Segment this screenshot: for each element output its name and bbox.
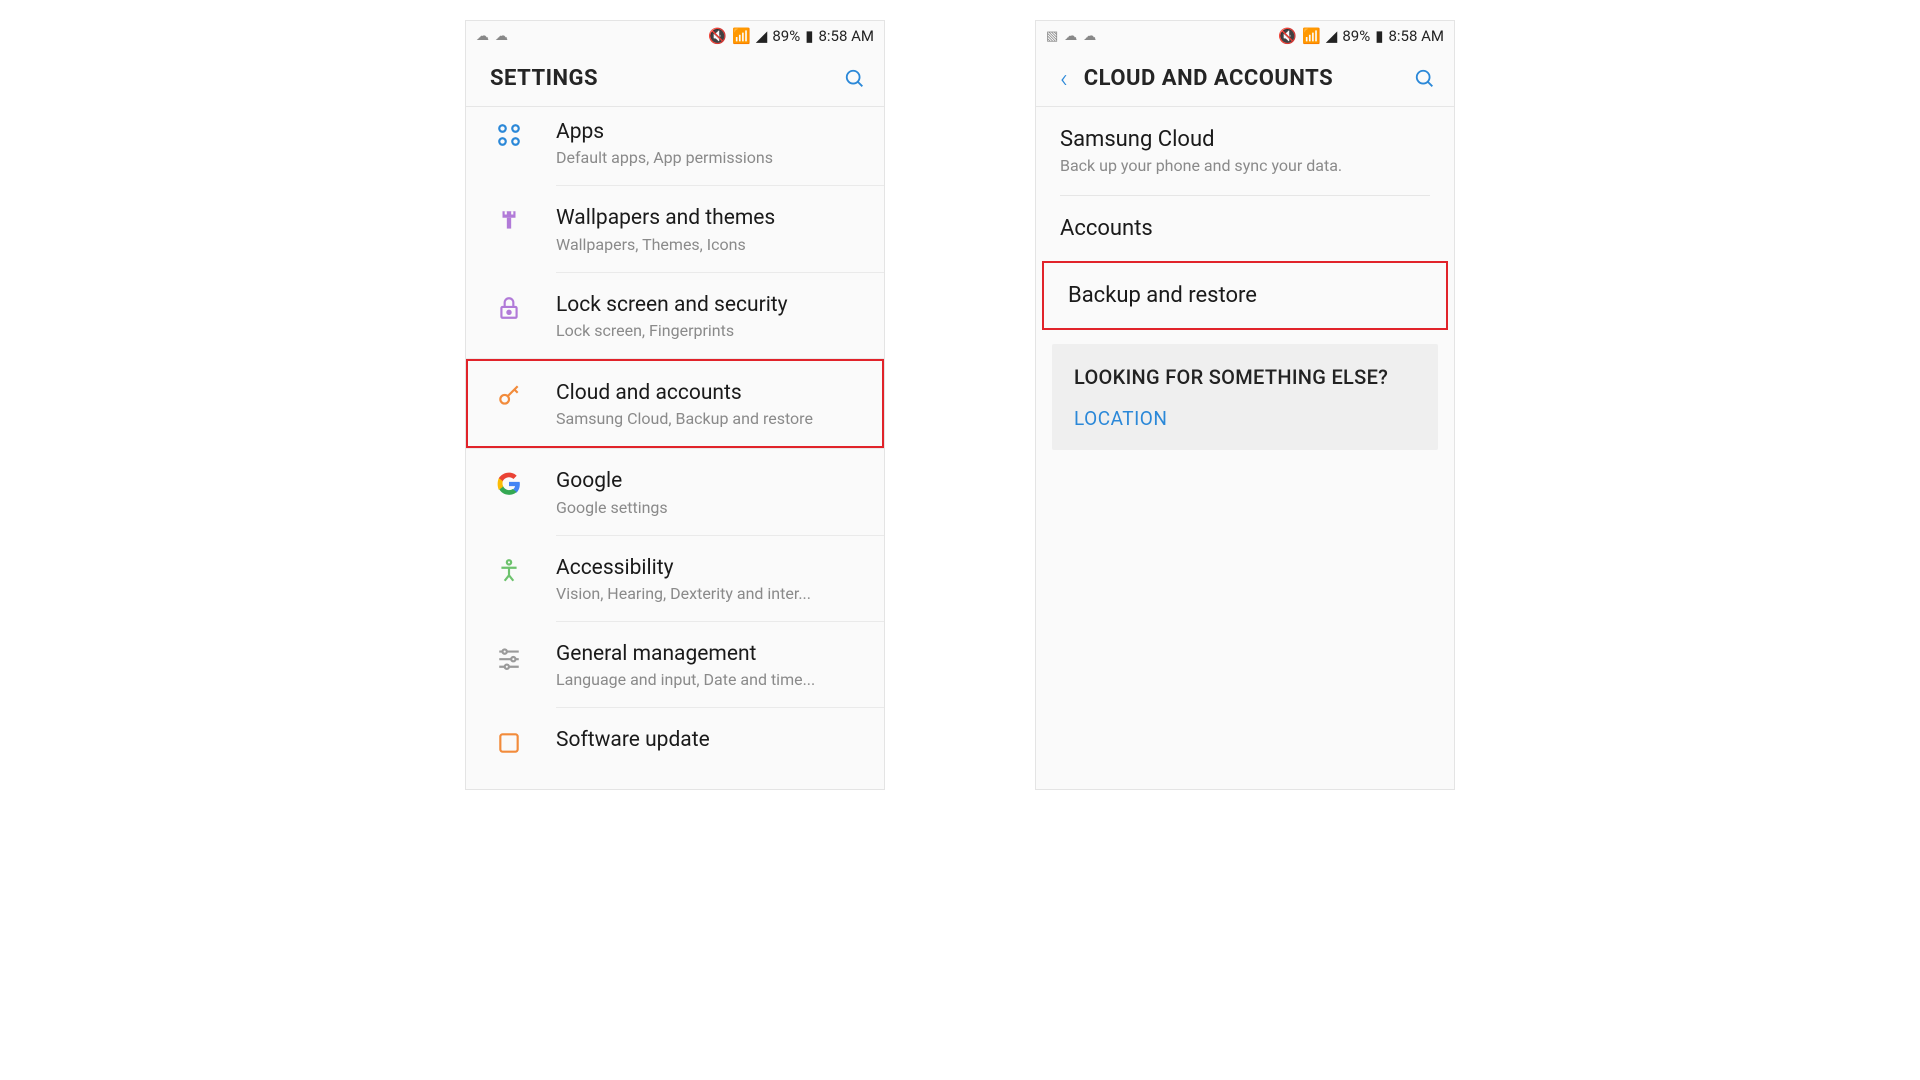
item-title: Apps [556,118,864,146]
sliders-icon [488,640,556,670]
item-sub: Google settings [556,498,864,517]
battery-icon: ▮ [1375,27,1383,45]
cloud-accounts-list: Samsung Cloud Back up your phone and syn… [1036,107,1454,464]
status-left: ▧ ☁ ☁ [1046,29,1096,44]
search-icon[interactable] [1414,68,1436,90]
update-icon [488,726,556,756]
battery-icon: ▮ [805,27,813,45]
item-sub: Wallpapers, Themes, Icons [556,235,864,254]
item-title: Cloud and accounts [556,379,862,407]
search-icon[interactable] [844,68,866,90]
status-right: 🔇 📶 ◢ 89% ▮ 8:58 AM [708,27,874,45]
item-accessibility[interactable]: Accessibility Vision, Hearing, Dexterity… [466,536,884,621]
status-right: 🔇 📶 ◢ 89% ▮ 8:58 AM [1278,27,1444,45]
item-title: Accessibility [556,554,864,582]
phone-screen-settings: ☁ ☁ 🔇 📶 ◢ 89% ▮ 8:58 AM SETTINGS [465,20,885,790]
cloud-sync-icon: ☁ [495,29,508,44]
lock-icon [488,291,556,321]
item-sub: Samsung Cloud, Backup and restore [556,409,862,428]
mute-icon: 🔇 [708,27,727,45]
item-sub: Vision, Hearing, Dexterity and inter... [556,584,864,603]
item-lock-security[interactable]: Lock screen and security Lock screen, Fi… [466,273,884,358]
item-software-update[interactable]: Software update [466,708,884,756]
item-accounts[interactable]: Accounts [1036,196,1454,261]
item-sub: Language and input, Date and time... [556,670,864,689]
footer-heading: LOOKING FOR SOMETHING ELSE? [1074,364,1416,391]
status-time: 8:58 AM [1388,27,1444,45]
item-general-management[interactable]: General management Language and input, D… [466,622,884,707]
battery-pct: 89% [1342,27,1370,45]
wifi-icon: 📶 [1302,27,1321,45]
key-icon [488,379,556,409]
item-title: Wallpapers and themes [556,204,864,232]
footer-card: LOOKING FOR SOMETHING ELSE? LOCATION [1052,344,1438,450]
cloud-sync-icon: ☁ [1064,29,1077,44]
header: SETTINGS [466,51,884,107]
battery-pct: 89% [772,27,800,45]
item-title: General management [556,640,864,668]
item-google[interactable]: Google Google settings [466,449,884,534]
status-time: 8:58 AM [818,27,874,45]
wifi-icon: 📶 [732,27,751,45]
status-bar: ▧ ☁ ☁ 🔇 📶 ◢ 89% ▮ 8:58 AM [1036,21,1454,51]
item-title: Accounts [1060,216,1430,241]
item-samsung-cloud[interactable]: Samsung Cloud Back up your phone and syn… [1036,107,1454,195]
apps-icon [488,118,556,148]
footer-link-location[interactable]: LOCATION [1074,407,1416,430]
settings-list: Apps Default apps, App permissions Wallp… [466,107,884,756]
paintbrush-icon [488,204,556,234]
cloud-sync-icon: ☁ [1083,29,1096,44]
phone-screen-cloud-accounts: ▧ ☁ ☁ 🔇 📶 ◢ 89% ▮ 8:58 AM ‹ CLOUD AND AC… [1035,20,1455,790]
google-icon [488,467,556,497]
item-sub: Back up your phone and sync your data. [1060,156,1430,175]
item-sub: Lock screen, Fingerprints [556,321,864,340]
item-backup-restore[interactable]: Backup and restore [1042,261,1448,330]
status-left: ☁ ☁ [476,29,508,44]
item-wallpapers[interactable]: Wallpapers and themes Wallpapers, Themes… [466,186,884,271]
page-title: SETTINGS [490,66,844,91]
signal-icon: ◢ [756,27,768,45]
page-title: CLOUD AND ACCOUNTS [1084,66,1414,91]
image-icon: ▧ [1046,29,1058,44]
back-button[interactable]: ‹ [1060,66,1068,92]
mute-icon: 🔇 [1278,27,1297,45]
header: ‹ CLOUD AND ACCOUNTS [1036,51,1454,107]
item-title: Samsung Cloud [1060,127,1430,152]
cloud-sync-icon: ☁ [476,29,489,44]
item-apps[interactable]: Apps Default apps, App permissions [466,107,884,185]
item-title: Backup and restore [1068,283,1422,308]
item-sub: Default apps, App permissions [556,148,864,167]
item-title: Lock screen and security [556,291,864,319]
item-cloud-accounts[interactable]: Cloud and accounts Samsung Cloud, Backup… [466,359,884,448]
signal-icon: ◢ [1326,27,1338,45]
accessibility-icon [488,554,556,584]
item-title: Software update [556,726,864,754]
item-title: Google [556,467,864,495]
status-bar: ☁ ☁ 🔇 📶 ◢ 89% ▮ 8:58 AM [466,21,884,51]
